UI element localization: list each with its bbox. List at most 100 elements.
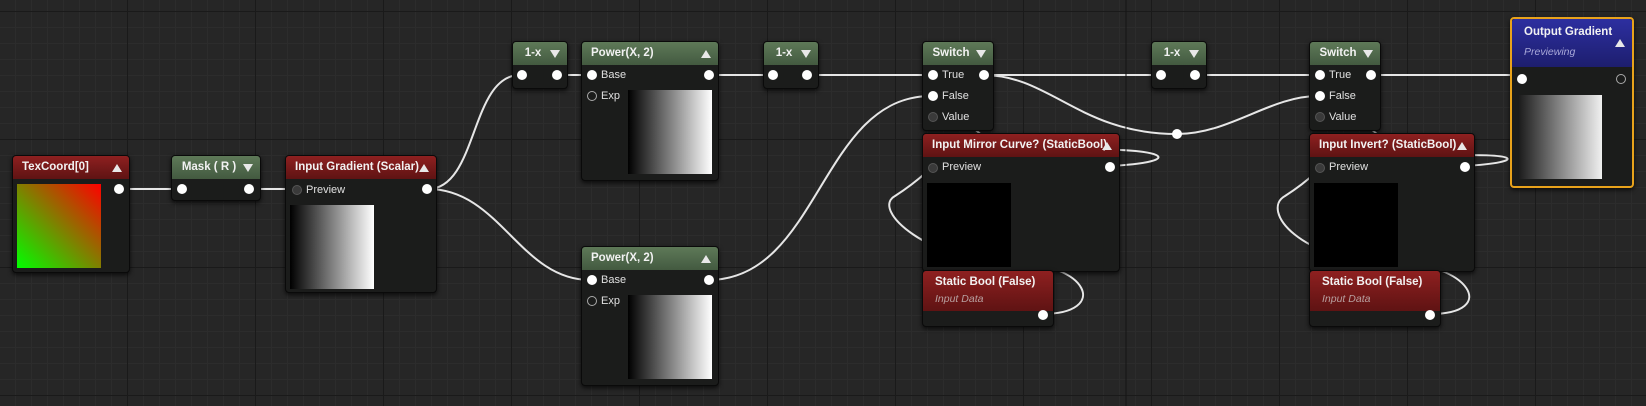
preview-label: Preview — [1329, 161, 1369, 173]
base-pin[interactable] — [587, 70, 597, 80]
power-preview — [628, 295, 712, 379]
true-pin[interactable] — [1315, 70, 1325, 80]
node-title: Power(X, 2) — [591, 252, 654, 264]
exp-pin[interactable] — [587, 296, 597, 306]
node-title: Switch — [1319, 47, 1357, 59]
false-label: False — [1329, 90, 1356, 102]
node-output-gradient[interactable]: Output Gradient Previewing — [1510, 17, 1634, 188]
output-pin[interactable] — [1616, 74, 1626, 84]
reroute-node — [1172, 129, 1182, 139]
output-pin[interactable] — [422, 184, 432, 194]
preview-pin[interactable] — [928, 163, 938, 173]
preview-label: Preview — [942, 161, 982, 173]
wire-switch-reroute — [982, 74, 1178, 135]
node-header: Power(X, 2) — [582, 247, 718, 270]
collapse-arrow-icon[interactable] — [1457, 142, 1467, 150]
collapse-arrow-icon[interactable] — [419, 164, 429, 172]
input-pin[interactable] — [177, 184, 187, 194]
input-pin[interactable] — [1517, 74, 1527, 84]
output-pin[interactable] — [1105, 162, 1115, 172]
true-label: True — [942, 69, 965, 81]
texcoord-preview — [17, 184, 101, 268]
node-mask[interactable]: Mask ( R ) — [171, 155, 261, 201]
power-preview — [628, 90, 712, 174]
collapse-arrow-icon[interactable] — [112, 164, 122, 172]
base-pin[interactable] — [587, 275, 597, 285]
true-label: True — [1329, 69, 1352, 81]
output-pin[interactable] — [244, 184, 254, 194]
false-label: False — [942, 90, 969, 102]
preview-pin[interactable] — [1315, 163, 1325, 173]
input-pin[interactable] — [768, 70, 778, 80]
node-mirror-param[interactable]: Input Mirror Curve? (StaticBool) Preview — [922, 133, 1120, 272]
node-header: Input Gradient (Scalar) — [286, 156, 436, 179]
false-pin[interactable] — [928, 91, 938, 101]
mirror-preview — [927, 183, 1011, 267]
node-header: Static Bool (False) Input Data — [923, 271, 1053, 311]
expand-arrow-icon[interactable] — [550, 50, 560, 58]
node-title: 1-x — [775, 47, 793, 59]
value-pin[interactable] — [928, 112, 938, 122]
preview-pin[interactable] — [292, 185, 302, 195]
node-one-minus-3[interactable]: 1-x — [1151, 41, 1207, 89]
expand-arrow-icon[interactable] — [976, 50, 986, 58]
collapse-arrow-icon[interactable] — [1615, 39, 1625, 47]
node-input-gradient[interactable]: Input Gradient (Scalar) Preview — [285, 155, 437, 293]
collapse-arrow-icon[interactable] — [701, 50, 711, 58]
node-switch-1[interactable]: Switch True False Value — [922, 41, 994, 131]
output-preview — [1518, 95, 1602, 179]
node-header: Power(X, 2) — [582, 42, 718, 65]
node-header: Output Gradient Previewing — [1512, 19, 1632, 67]
input-pin[interactable] — [517, 70, 527, 80]
output-pin[interactable] — [802, 70, 812, 80]
wire-gradient-1x — [427, 74, 521, 190]
exp-label: Exp — [601, 90, 620, 102]
node-invert-param[interactable]: Input Invert? (StaticBool) Preview — [1309, 133, 1475, 272]
output-pin[interactable] — [979, 70, 989, 80]
collapse-arrow-icon[interactable] — [1102, 142, 1112, 150]
output-pin[interactable] — [114, 184, 124, 194]
node-texcoord[interactable]: TexCoord[0] — [12, 155, 130, 273]
output-pin[interactable] — [704, 275, 714, 285]
node-title: Input Invert? (StaticBool) — [1319, 139, 1457, 151]
base-label: Base — [601, 69, 627, 81]
node-title: Input Gradient (Scalar) — [295, 161, 419, 173]
exp-label: Exp — [601, 295, 620, 307]
node-static-bool-1[interactable]: Static Bool (False) Input Data — [922, 270, 1054, 327]
node-header: 1-x — [764, 42, 818, 65]
node-one-minus-2[interactable]: 1-x — [763, 41, 819, 89]
node-subtitle: Input Data — [1322, 293, 1371, 305]
node-power-top[interactable]: Power(X, 2) Base Exp — [581, 41, 719, 181]
base-label: Base — [601, 274, 627, 286]
node-title: Static Bool (False) — [1322, 276, 1423, 288]
output-pin[interactable] — [1366, 70, 1376, 80]
output-pin[interactable] — [704, 70, 714, 80]
node-header: Switch — [923, 42, 993, 65]
node-title: Input Mirror Curve? (StaticBool) — [932, 139, 1108, 151]
expand-arrow-icon[interactable] — [801, 50, 811, 58]
output-pin[interactable] — [1190, 70, 1200, 80]
output-pin[interactable] — [1460, 162, 1470, 172]
expand-arrow-icon[interactable] — [1189, 50, 1199, 58]
expand-arrow-icon[interactable] — [1363, 50, 1373, 58]
output-pin[interactable] — [1425, 310, 1435, 320]
invert-preview — [1314, 183, 1398, 267]
output-pin[interactable] — [552, 70, 562, 80]
input-pin[interactable] — [1156, 70, 1166, 80]
exp-pin[interactable] — [587, 91, 597, 101]
collapse-arrow-icon[interactable] — [701, 255, 711, 263]
node-subtitle: Input Data — [935, 293, 984, 305]
node-one-minus-1[interactable]: 1-x — [512, 41, 568, 89]
node-power-bottom[interactable]: Power(X, 2) Base Exp — [581, 246, 719, 386]
output-pin[interactable] — [1038, 310, 1048, 320]
true-pin[interactable] — [928, 70, 938, 80]
node-title: 1-x — [1163, 47, 1181, 59]
node-switch-2[interactable]: Switch True False Value — [1309, 41, 1381, 131]
expand-arrow-icon[interactable] — [243, 164, 253, 172]
node-static-bool-2[interactable]: Static Bool (False) Input Data — [1309, 270, 1441, 327]
wire-gradient-power-bottom — [427, 188, 591, 281]
node-title: TexCoord[0] — [22, 161, 89, 173]
value-label: Value — [942, 111, 970, 123]
value-pin[interactable] — [1315, 112, 1325, 122]
false-pin[interactable] — [1315, 91, 1325, 101]
